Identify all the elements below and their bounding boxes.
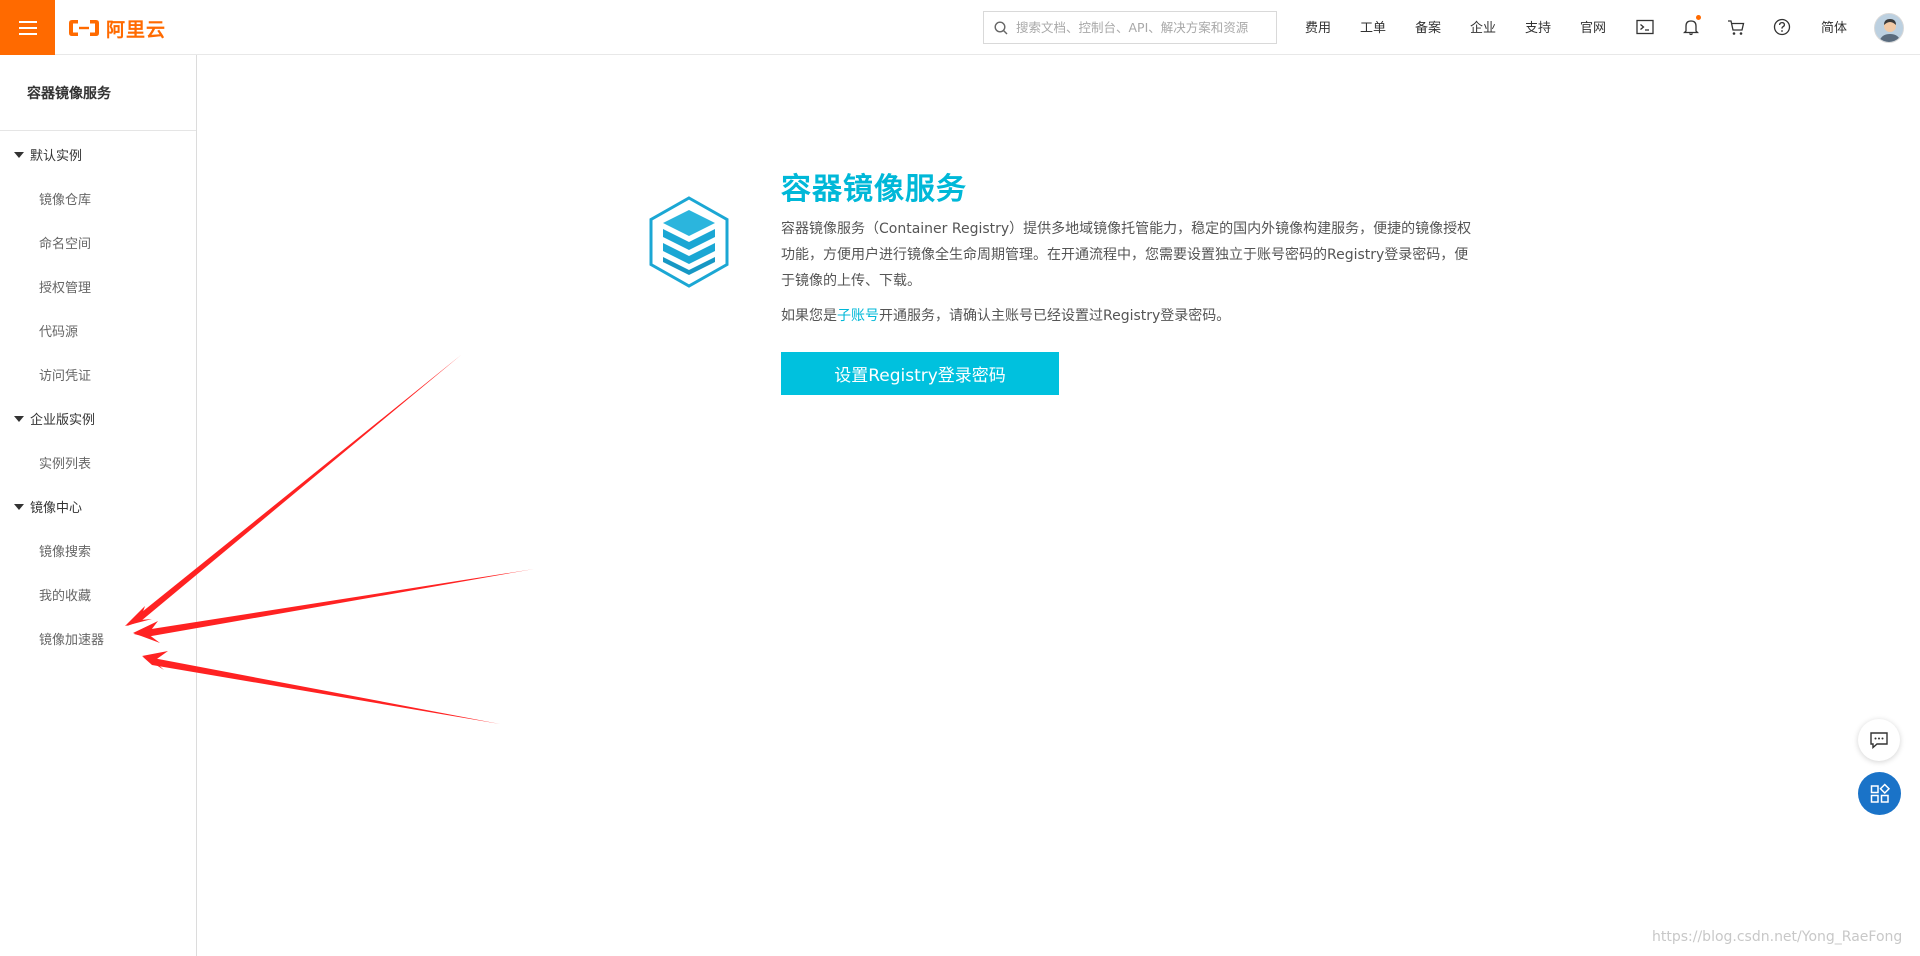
search-icon	[994, 20, 1008, 34]
chat-icon	[1870, 732, 1888, 749]
annotation-arrows	[125, 355, 534, 724]
nav-link-official-site[interactable]: 官网	[1580, 17, 1606, 36]
subaccount-link[interactable]: 子账号	[837, 308, 879, 324]
set-registry-password-button[interactable]: 设置Registry登录密码	[781, 352, 1059, 395]
hamburger-menu-button[interactable]	[0, 0, 55, 55]
aliyun-logo-mark-icon	[69, 20, 99, 36]
help-icon[interactable]	[1772, 17, 1792, 37]
service-description: 容器镜像服务（Container Registry）提供多地域镜像托管能力，稳定…	[781, 221, 1472, 289]
sidebar-item-repositories[interactable]: 镜像仓库	[39, 189, 91, 208]
sidebar-item-authorization[interactable]: 授权管理	[39, 277, 91, 296]
sidebar-group-label: 企业版实例	[30, 413, 96, 428]
sidebar-group-image-center[interactable]: 镜像中心	[14, 497, 82, 516]
sidebar-item-my-favorites[interactable]: 我的收藏	[39, 585, 91, 604]
notification-dot	[1696, 15, 1701, 20]
watermark-text: https://blog.csdn.net/Yong_RaeFong	[1652, 929, 1903, 945]
sidebar-title: 容器镜像服务	[0, 55, 196, 131]
bell-icon[interactable]	[1681, 15, 1701, 37]
note-prefix: 如果您是	[781, 308, 837, 324]
sidebar-group-enterprise-instance[interactable]: 企业版实例	[14, 409, 95, 428]
apps-grid-icon	[1870, 782, 1890, 803]
language-switch[interactable]: 简体	[1821, 17, 1847, 36]
sidebar-item-namespaces[interactable]: 命名空间	[39, 233, 91, 252]
sidebar-item-access-credentials[interactable]: 访问凭证	[39, 365, 91, 384]
note-suffix: 开通服务，请确认主账号已经设置过Registry登录密码。	[879, 308, 1231, 324]
sidebar-group-default-instance[interactable]: 默认实例	[14, 145, 82, 164]
search-input[interactable]	[1016, 20, 1266, 35]
user-avatar[interactable]	[1874, 13, 1904, 43]
top-navbar: 阿里云 费用 工单 备案 企业 支持 官网	[0, 0, 1920, 55]
container-registry-logo-icon	[649, 196, 729, 288]
brand-name: 阿里云	[106, 18, 167, 41]
sidebar-item-code-source[interactable]: 代码源	[39, 321, 78, 340]
page-title: 容器镜像服务	[781, 172, 967, 207]
sidebar-item-image-accelerator[interactable]: 镜像加速器	[39, 629, 104, 648]
sidebar-item-instance-list[interactable]: 实例列表	[39, 453, 91, 472]
caret-down-icon	[14, 503, 24, 510]
caret-down-icon	[14, 415, 24, 422]
nav-link-ticket[interactable]: 工单	[1360, 17, 1386, 36]
cart-icon[interactable]	[1726, 17, 1746, 37]
nav-link-support[interactable]: 支持	[1525, 17, 1551, 36]
sidebar-group-label: 默认实例	[30, 149, 83, 164]
sidebar-group-label: 镜像中心	[30, 501, 83, 516]
feedback-chat-button[interactable]	[1858, 719, 1900, 761]
subaccount-note: 如果您是子账号开通服务，请确认主账号已经设置过Registry登录密码。	[781, 305, 1481, 327]
service-sidebar: 容器镜像服务 默认实例 镜像仓库 命名空间 授权管理 代码源 访问凭证 企业版实…	[0, 55, 197, 956]
hamburger-icon	[18, 20, 37, 35]
caret-down-icon	[14, 151, 24, 158]
quick-apps-button[interactable]	[1858, 772, 1901, 815]
global-search[interactable]	[983, 11, 1277, 44]
terminal-icon[interactable]	[1635, 17, 1655, 37]
sidebar-item-image-search[interactable]: 镜像搜索	[39, 541, 91, 560]
nav-link-enterprise[interactable]: 企业	[1470, 17, 1496, 36]
aliyun-logo[interactable]: 阿里云	[68, 14, 166, 42]
nav-link-icp[interactable]: 备案	[1415, 17, 1441, 36]
nav-link-billing[interactable]: 费用	[1305, 17, 1331, 36]
